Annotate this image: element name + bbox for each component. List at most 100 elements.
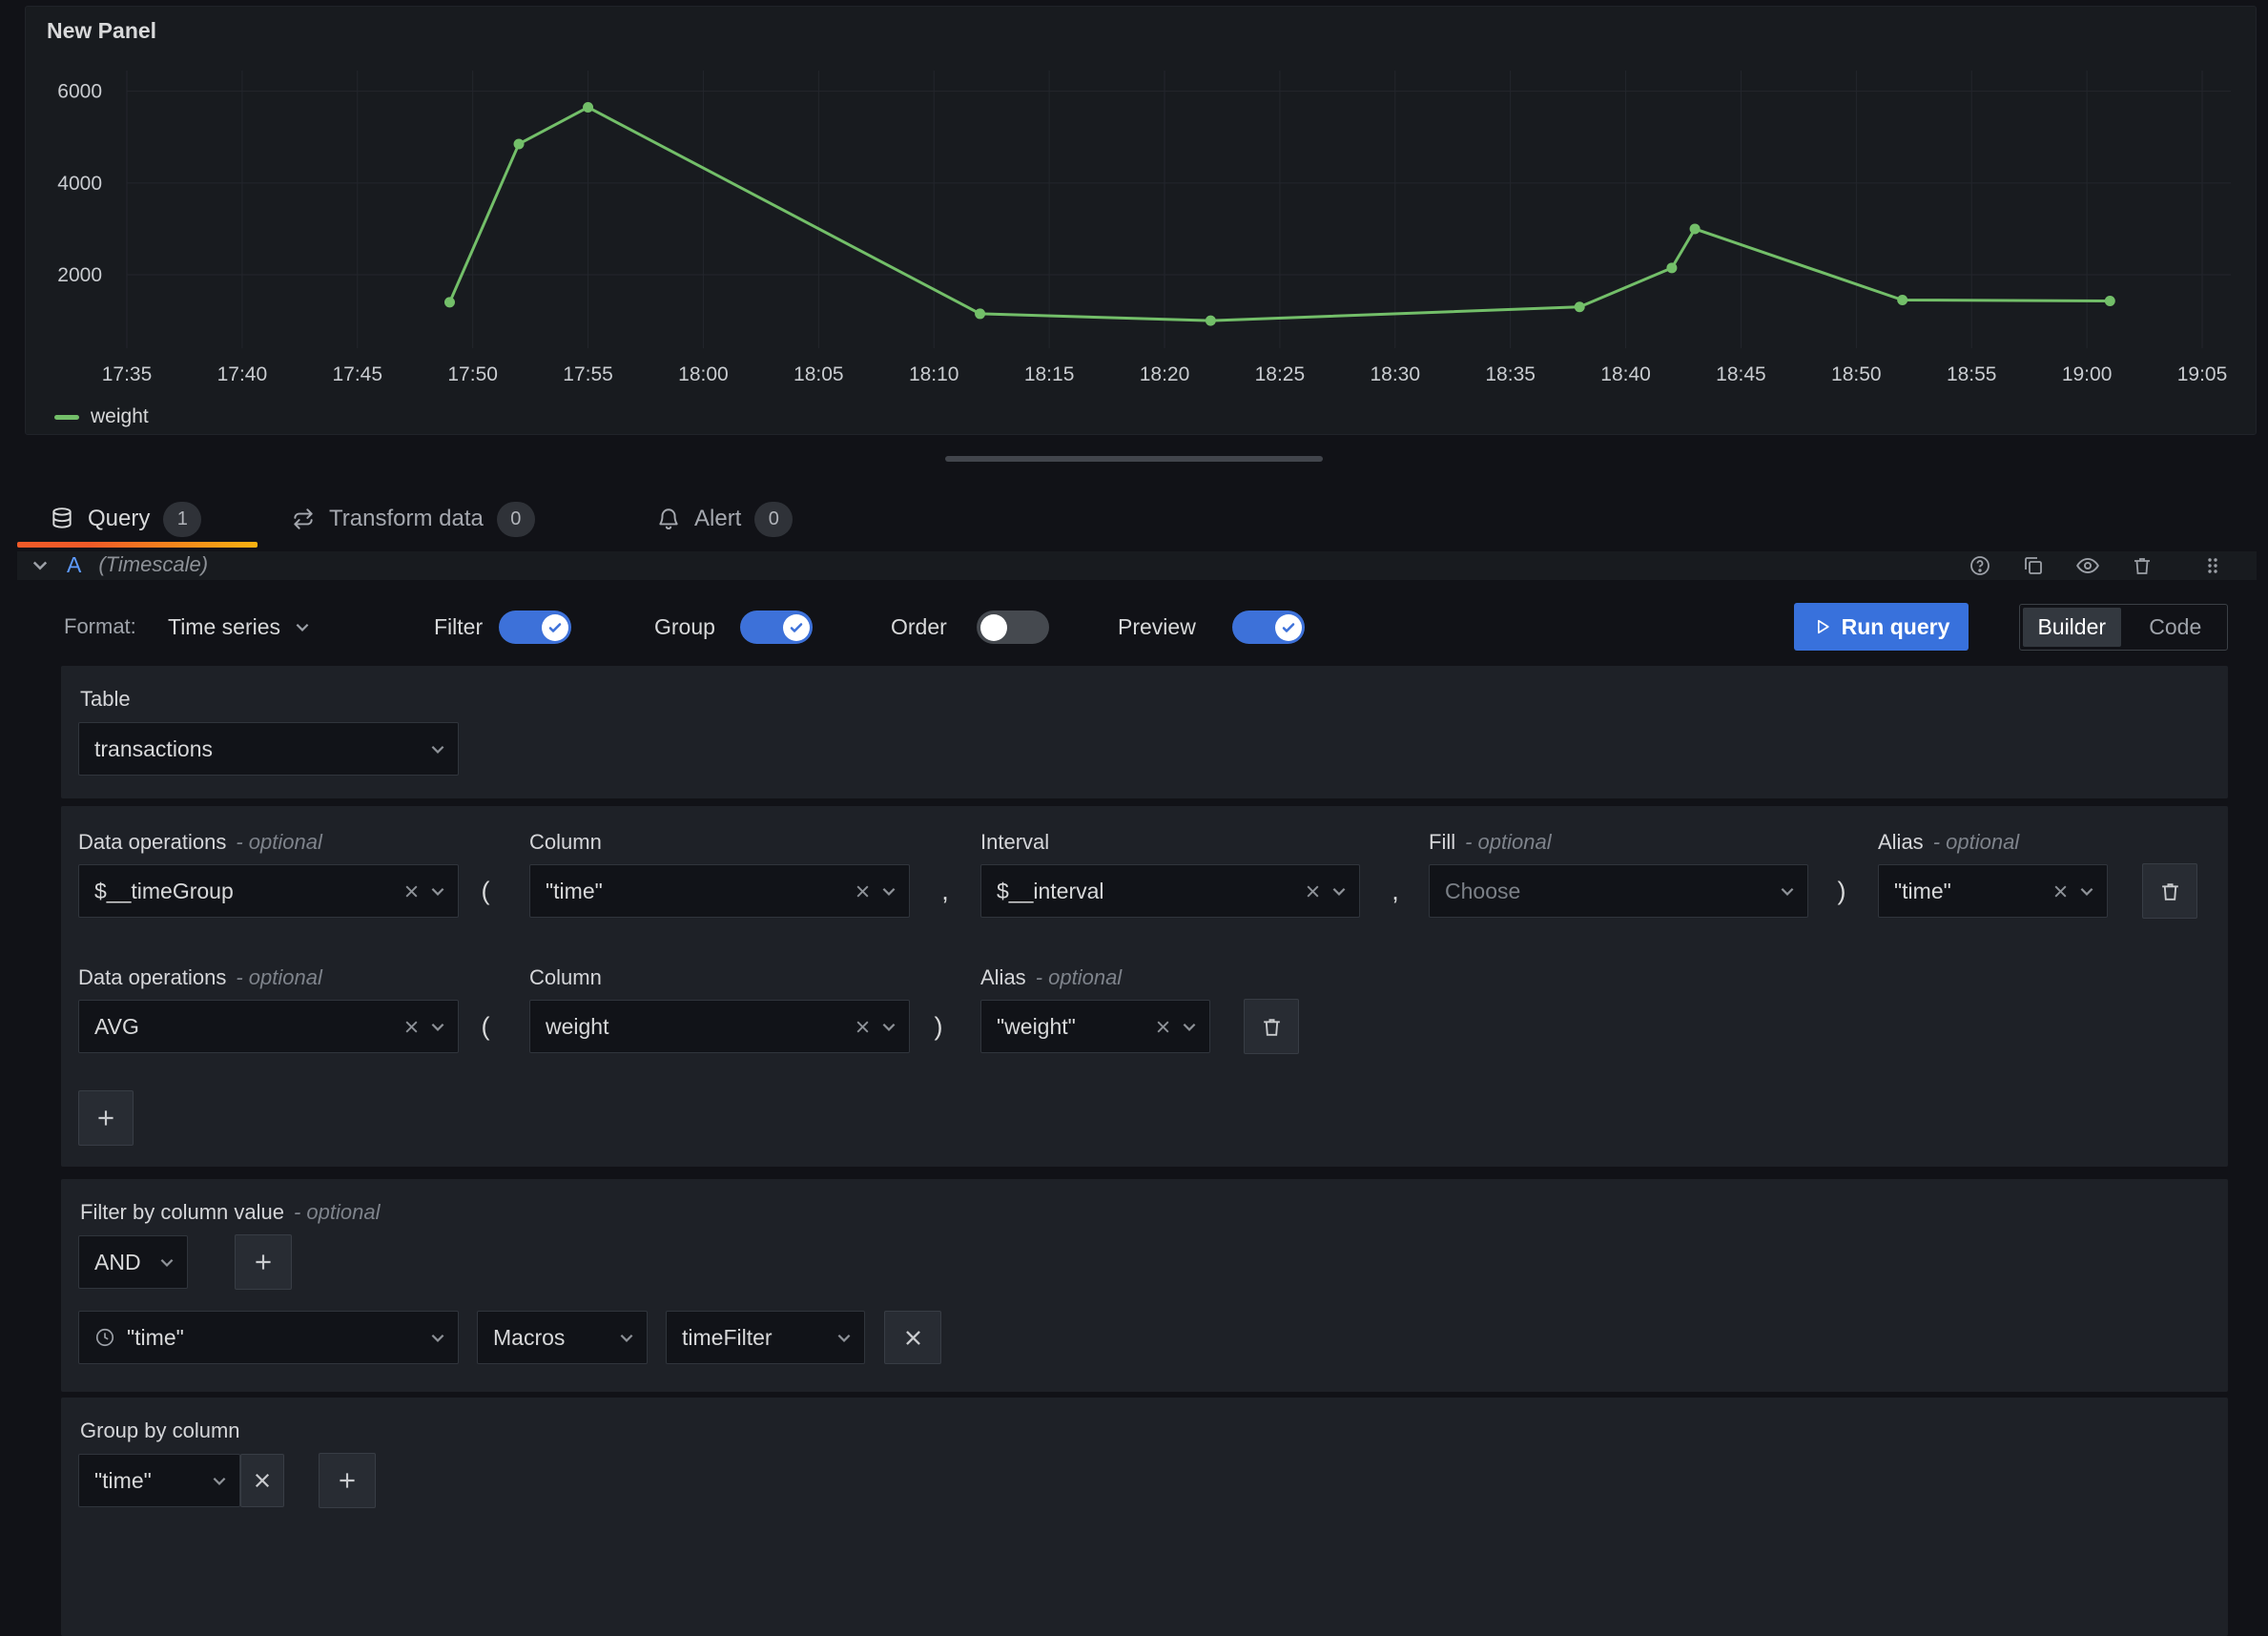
timeseries-panel: 17:3517:4017:4517:5017:5518:0018:0518:10… (25, 6, 2257, 435)
fill-label: Fill- optional (1429, 830, 1552, 855)
chevron-down-icon (429, 740, 446, 757)
active-tab-indicator (17, 542, 258, 548)
add-operation-button[interactable] (78, 1090, 134, 1146)
tab-transform-data[interactable]: Transform data 0 (291, 492, 535, 546)
svg-text:18:15: 18:15 (1024, 363, 1075, 385)
svg-text:17:55: 17:55 (563, 363, 613, 385)
chevron-down-icon (429, 1018, 446, 1035)
clear-icon[interactable] (1305, 883, 1321, 900)
trash-icon (1260, 1015, 1284, 1039)
clear-icon[interactable] (2052, 883, 2069, 900)
mode-code-button[interactable]: Code (2127, 608, 2225, 647)
svg-text:18:20: 18:20 (1140, 363, 1190, 385)
clear-icon[interactable] (1155, 1019, 1171, 1035)
timeseries-chart[interactable]: 17:3517:4017:4517:5017:5518:0018:0518:10… (26, 7, 2256, 434)
close-paren: ) (1827, 864, 1856, 918)
alias-select[interactable]: "weight" (980, 1000, 1210, 1053)
format-select[interactable]: Time series (168, 601, 311, 652)
editor-mode-switch: Builder Code (2019, 604, 2228, 651)
aggregation-select[interactable]: AVG (78, 1000, 459, 1053)
remove-filter-button[interactable] (884, 1311, 941, 1364)
add-groupby-button[interactable] (319, 1453, 376, 1508)
column-select[interactable]: weight (529, 1000, 910, 1053)
svg-text:18:25: 18:25 (1255, 363, 1306, 385)
tab-alert-badge: 0 (754, 502, 793, 537)
panel-resize-handle[interactable] (945, 456, 1323, 462)
query-datasource-label: (Timescale) (98, 552, 208, 577)
svg-text:17:35: 17:35 (102, 363, 153, 385)
preview-toggle[interactable] (1232, 611, 1305, 644)
chevron-down-icon (880, 882, 897, 900)
svg-text:18:30: 18:30 (1370, 363, 1420, 385)
filter-macro-value-select[interactable]: timeFilter (666, 1311, 865, 1364)
svg-text:18:40: 18:40 (1600, 363, 1651, 385)
help-icon[interactable] (1969, 554, 1991, 577)
clear-icon[interactable] (403, 883, 420, 900)
clear-icon[interactable] (403, 1019, 420, 1035)
format-label: Format: (64, 601, 136, 652)
filter-operator-select[interactable]: AND (78, 1235, 188, 1289)
chevron-down-icon (2078, 882, 2095, 900)
table-select[interactable]: transactions (78, 722, 459, 776)
chevron-down-icon (618, 1329, 635, 1346)
svg-text:18:05: 18:05 (794, 363, 844, 385)
add-filter-button[interactable] (235, 1234, 292, 1290)
svg-text:2000: 2000 (57, 264, 102, 286)
tab-query[interactable]: Query 1 (50, 492, 201, 546)
svg-text:19:05: 19:05 (2177, 363, 2228, 385)
clear-icon[interactable] (855, 1019, 871, 1035)
legend-swatch (54, 415, 79, 420)
column-label: Column (529, 965, 602, 990)
chevron-down-icon (429, 1329, 446, 1346)
trash-icon (2158, 880, 2182, 903)
chevron-down-icon[interactable] (31, 555, 50, 574)
groupby-column-select[interactable]: "time" (78, 1454, 240, 1507)
filter-toggle[interactable] (499, 611, 571, 644)
alias-select[interactable]: "time" (1878, 864, 2108, 918)
filter-macros-select[interactable]: Macros (477, 1311, 648, 1364)
close-icon (253, 1471, 272, 1490)
remove-groupby-button[interactable] (240, 1454, 284, 1507)
svg-text:17:50: 17:50 (447, 363, 498, 385)
chevron-down-icon (1330, 882, 1348, 900)
filter-toggle-label: Filter (434, 601, 483, 652)
trash-icon[interactable] (2131, 554, 2154, 577)
plus-icon (335, 1468, 360, 1493)
remove-row-button[interactable] (1244, 999, 1299, 1054)
eye-icon[interactable] (2075, 553, 2100, 578)
plus-icon (251, 1250, 276, 1274)
interval-select[interactable]: $__interval (980, 864, 1360, 918)
comma: , (1381, 864, 1410, 918)
clock-icon (94, 1327, 115, 1348)
run-query-button[interactable]: Run query (1794, 603, 1969, 651)
drag-handle-icon[interactable] (2201, 554, 2224, 577)
tab-transform-label: Transform data (329, 506, 484, 532)
filter-column-select[interactable]: "time" (78, 1311, 459, 1364)
chevron-down-icon (294, 618, 311, 635)
chevron-down-icon (211, 1472, 228, 1489)
clear-icon[interactable] (855, 883, 871, 900)
fill-select[interactable]: Choose (1429, 864, 1808, 918)
grafana-panel-editor: { "panel": { "title": "New Panel" }, "ch… (0, 0, 2268, 1557)
group-toggle[interactable] (740, 611, 813, 644)
order-toggle[interactable] (977, 611, 1049, 644)
panel-title: New Panel (47, 18, 156, 44)
comma: , (931, 864, 959, 918)
chart-legend[interactable]: weight (54, 405, 149, 428)
remove-row-button[interactable] (2142, 863, 2197, 919)
query-ref-id[interactable]: A (67, 552, 81, 578)
mode-builder-button[interactable]: Builder (2023, 608, 2121, 647)
column-select[interactable]: "time" (529, 864, 910, 918)
table-section: Table transactions (61, 666, 2228, 798)
chevron-down-icon (1181, 1018, 1198, 1035)
filter-section: Filter by column value- optional AND "ti… (61, 1179, 2228, 1392)
alias-label: Alias- optional (1878, 830, 2019, 855)
aggregation-select[interactable]: $__timeGroup (78, 864, 459, 918)
tab-alert[interactable]: Alert 0 (656, 492, 793, 546)
duplicate-icon[interactable] (2022, 554, 2045, 577)
svg-text:17:45: 17:45 (332, 363, 382, 385)
svg-text:17:40: 17:40 (217, 363, 268, 385)
select-section: Data operations- optional Column Interva… (61, 806, 2228, 1167)
chevron-down-icon (429, 882, 446, 900)
bell-icon (656, 507, 681, 531)
